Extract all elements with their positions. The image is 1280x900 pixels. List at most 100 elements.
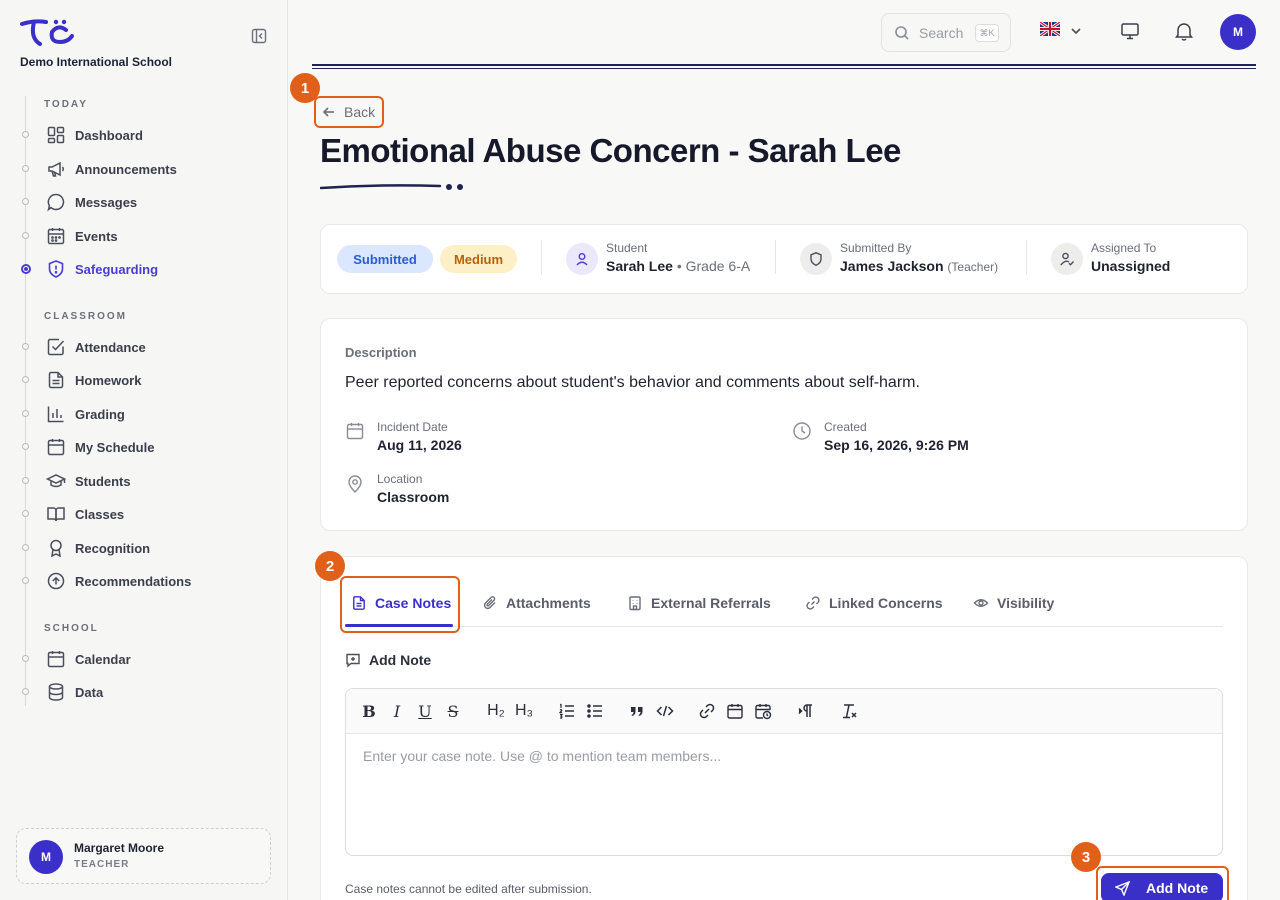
ordered-list-button[interactable] <box>557 701 577 721</box>
nav-dot <box>22 544 29 551</box>
eye-icon <box>973 595 989 611</box>
highlight-box-back <box>314 96 384 128</box>
submitted-by-label: Submitted By <box>840 241 912 255</box>
assigned-to-label: Assigned To <box>1091 241 1157 255</box>
school-logo[interactable] <box>20 18 74 53</box>
heading-3-button[interactable]: H₃ <box>512 701 536 721</box>
book-open-icon <box>46 504 66 524</box>
award-icon <box>46 538 66 558</box>
sidebar-item-classes[interactable]: Classes <box>20 500 270 528</box>
sidebar-item-dashboard[interactable]: Dashboard <box>20 121 270 149</box>
sidebar-item-announcements[interactable]: Announcements <box>20 155 270 183</box>
editor-toolbar: B I U S H₂ H₃ <box>346 689 1222 734</box>
avatar: M <box>29 840 63 874</box>
student-label: Student <box>606 241 648 255</box>
shield-alert-icon <box>46 259 66 279</box>
chevron-down-icon <box>1070 24 1082 42</box>
description-text: Peer reported concerns about student's b… <box>345 374 920 391</box>
submitted-by-name: James Jackson <box>840 258 944 274</box>
monitor-icon[interactable] <box>1119 20 1141 42</box>
sidebar-item-label: Safeguarding <box>75 262 159 277</box>
calendar-icon <box>345 421 365 441</box>
language-selector[interactable] <box>1038 20 1086 42</box>
insert-datetime-button[interactable] <box>753 701 773 721</box>
nav-dot <box>22 376 29 383</box>
insert-date-button[interactable] <box>725 701 745 721</box>
link-button[interactable] <box>697 701 717 721</box>
nav-dot-active <box>21 264 31 274</box>
sidebar-item-grading[interactable]: Grading <box>20 400 270 428</box>
code-button[interactable] <box>655 701 675 721</box>
keyboard-shortcut-badge: ⌘K <box>975 24 999 42</box>
sidebar-item-label: Data <box>75 685 104 700</box>
blockquote-button[interactable] <box>627 701 647 721</box>
assigned-to-value: Unassigned <box>1091 258 1171 274</box>
sidebar-item-safeguarding[interactable]: Safeguarding <box>20 255 270 283</box>
calendar-icon <box>46 226 66 246</box>
calendar-icon <box>46 437 66 457</box>
description-label: Description <box>345 345 417 360</box>
sidebar-item-my-schedule[interactable]: My Schedule <box>20 433 270 461</box>
nav-dot <box>22 410 29 417</box>
sidebar-item-label: Events <box>75 229 118 244</box>
tab-visibility[interactable]: Visibility <box>973 591 1054 615</box>
megaphone-icon <box>46 159 66 179</box>
paperclip-icon <box>482 595 498 611</box>
header-divider <box>312 64 1256 66</box>
student-value: Sarah Lee • Grade 6-A <box>606 258 750 274</box>
shield-icon <box>800 243 832 275</box>
step-badge-1: 1 <box>290 73 320 103</box>
nav-dot <box>22 688 29 695</box>
heading-2-button[interactable]: H₂ <box>484 701 508 721</box>
chat-bubble-icon <box>46 192 66 212</box>
submitted-by-role: (Teacher) <box>947 260 999 274</box>
profile-avatar-button[interactable]: M <box>1220 14 1256 50</box>
add-note-heading: Add Note <box>345 652 431 668</box>
sidebar: Demo International School TODAY CLASSROO… <box>0 0 288 900</box>
building-icon <box>627 595 643 611</box>
clear-formatting-button[interactable] <box>840 701 860 721</box>
sidebar-item-recognition[interactable]: Recognition <box>20 534 270 562</box>
sidebar-item-calendar[interactable]: Calendar <box>20 645 270 673</box>
highlight-box-add-note <box>1096 866 1229 900</box>
search-placeholder: Search <box>919 25 964 41</box>
tab-label: External Referrals <box>651 595 771 611</box>
bell-icon[interactable] <box>1173 20 1195 42</box>
uk-flag-icon <box>1039 20 1061 41</box>
concern-details-card: Description Peer reported concerns about… <box>320 318 1248 531</box>
italic-button[interactable]: I <box>387 701 407 721</box>
header-divider-thin <box>312 68 1256 69</box>
message-plus-icon <box>346 653 360 668</box>
underline-button[interactable]: U <box>415 701 435 721</box>
graduation-cap-icon <box>45 471 67 491</box>
text-direction-button[interactable] <box>796 701 816 721</box>
sidebar-item-recommendations[interactable]: Recommendations <box>20 567 270 595</box>
school-name: Demo International School <box>20 55 173 69</box>
tab-attachments[interactable]: Attachments <box>482 591 591 615</box>
sidebar-item-students[interactable]: Students <box>20 467 270 495</box>
collapse-sidebar-icon[interactable] <box>251 28 267 44</box>
search-button[interactable]: Search ⌘K <box>881 13 1011 52</box>
bullet-list-button[interactable] <box>585 701 605 721</box>
tab-linked-concerns[interactable]: Linked Concerns <box>805 591 943 615</box>
rich-text-editor[interactable]: B I U S H₂ H₃ Enter your case note. Use … <box>345 688 1223 856</box>
arrow-up-circle-icon <box>46 571 66 591</box>
link-icon <box>805 595 821 611</box>
sidebar-item-data[interactable]: Data <box>20 678 270 706</box>
sidebar-item-label: Homework <box>75 373 142 388</box>
incident-date-label: Incident Date <box>377 420 448 434</box>
sidebar-item-homework[interactable]: Homework <box>20 366 270 394</box>
tab-label: Linked Concerns <box>829 595 943 611</box>
bold-button[interactable]: B <box>359 701 379 721</box>
priority-badge: Medium <box>440 245 517 273</box>
page-title: Emotional Abuse Concern - Sarah Lee <box>320 132 901 169</box>
strikethrough-button[interactable]: S <box>443 701 463 721</box>
user-profile-card[interactable]: M Margaret Moore TEACHER <box>16 828 271 884</box>
add-note-heading-label: Add Note <box>369 652 432 668</box>
sidebar-item-attendance[interactable]: Attendance <box>20 333 270 361</box>
tab-external-referrals[interactable]: External Referrals <box>627 591 771 615</box>
sidebar-item-label: Announcements <box>75 162 177 177</box>
sidebar-item-events[interactable]: Events <box>20 222 270 250</box>
sidebar-item-messages[interactable]: Messages <box>20 188 270 216</box>
title-decoration <box>319 180 470 198</box>
